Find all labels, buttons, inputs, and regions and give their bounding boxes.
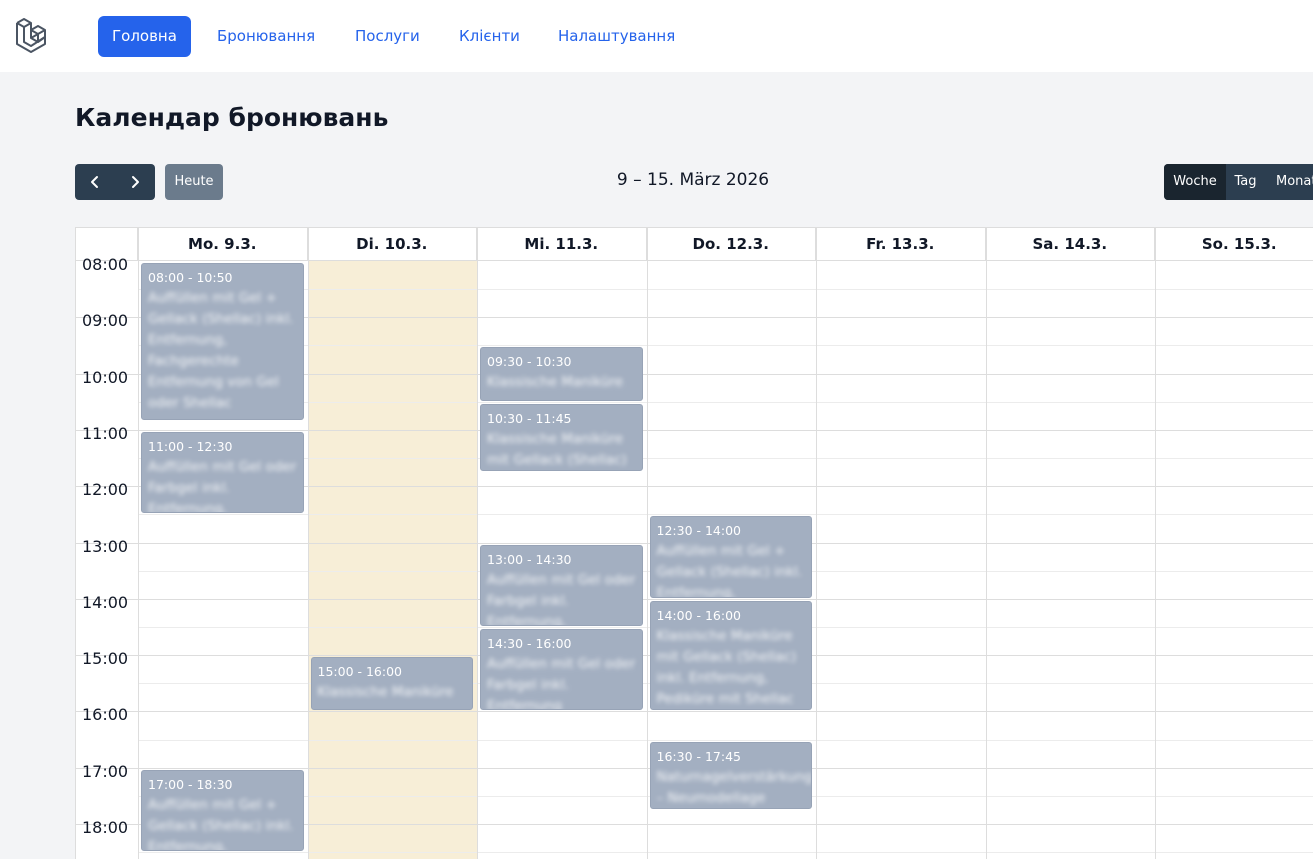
- hour-label: 13:00: [82, 536, 129, 556]
- booking-event[interactable]: 09:30 - 10:30 Klassische Maniküre: [480, 347, 643, 401]
- booking-event[interactable]: 12:30 - 14:00 Auffüllen mit Gel + Gellack…: [649, 516, 812, 598]
- hour-label: 11:00: [82, 423, 129, 443]
- event-title: Auffüllen mit Gel + Gellack (Shellac) in…: [148, 796, 294, 852]
- event-title: Klassische Maniküre mit Gellack (Shellac…: [656, 627, 797, 707]
- half-hour-gridline: [138, 852, 1313, 854]
- today-column-highlight: [308, 261, 477, 859]
- event-time: 14:00 - 16:00: [656, 607, 742, 623]
- event-time: 08:00 - 10:50: [148, 270, 233, 285]
- half-hour-gridline: [138, 289, 1313, 291]
- page-title: Календар бронювань: [75, 103, 389, 132]
- view-switcher: Woche Tag Monat: [1164, 164, 1313, 200]
- hour-label: 09:00: [82, 311, 129, 331]
- event-title: Auffüllen mit Gel oder Farbgel inkl. Ent…: [487, 655, 636, 711]
- hour-label: 18:00: [82, 818, 129, 837]
- day-column-divider: [1155, 228, 1156, 859]
- booking-event[interactable]: 17:00 - 18:30 Auffüllen mit Gel + Gellack…: [141, 769, 304, 852]
- half-hour-gridline: [138, 458, 1313, 460]
- hour-label: 14:00: [82, 592, 129, 612]
- hour-label: 15:00: [82, 649, 129, 669]
- booking-event[interactable]: 13:00 - 14:30 Auffüllen mit Gel oder Farb…: [480, 544, 643, 626]
- nav-home[interactable]: Головна: [98, 16, 191, 57]
- booking-event[interactable]: 10:30 - 11:45 Klassische Maniküre mit Gel…: [480, 403, 643, 472]
- event-time: 10:30 - 11:45: [487, 410, 572, 426]
- hour-label: 10:00: [82, 367, 129, 387]
- top-navbar: Головна Бронювання Послуги Клієнти Налаш…: [0, 0, 1313, 72]
- day-column-divider: [138, 228, 139, 859]
- date-range-title: 9 – 15. März 2026: [616, 170, 770, 190]
- event-title: Auffüllen mit Gel + Gellack (Shellac) in…: [656, 543, 803, 598]
- prev-button[interactable]: [75, 164, 115, 200]
- event-time: 15:00 - 16:00: [317, 664, 403, 680]
- half-hour-gridline: [138, 401, 1313, 403]
- day-column-divider: [646, 228, 648, 859]
- half-hour-gridline: [138, 345, 1313, 347]
- view-day-button[interactable]: Tag: [1226, 164, 1265, 200]
- hour-label: 08:00: [82, 255, 129, 274]
- nav-clients[interactable]: Клієнти: [459, 16, 520, 57]
- hour-gridline: [76, 598, 1313, 600]
- hour-gridline: [76, 429, 1313, 431]
- booking-event[interactable]: 15:00 - 16:00 Klassische Maniküre: [310, 657, 473, 711]
- hour-label: 16:00: [82, 705, 129, 725]
- day-column-divider: [985, 228, 987, 859]
- nav-settings[interactable]: Налаштування: [558, 16, 675, 57]
- booking-event[interactable]: 11:00 - 12:30 Auffüllen mit Gel oder Farb…: [141, 431, 304, 514]
- day-header[interactable]: Fr. 13.3.: [816, 228, 986, 261]
- day-header[interactable]: Sa. 14.3.: [985, 228, 1155, 261]
- hour-label: 12:00: [82, 480, 129, 500]
- chevron-left-icon: [91, 176, 98, 188]
- event-time: 11:00 - 12:30: [148, 438, 233, 454]
- day-column-divider: [307, 228, 309, 859]
- event-title: Auffüllen mit Gel oder Farbgel inkl. Ent…: [148, 458, 297, 514]
- event-time: 16:30 - 17:45: [656, 748, 742, 764]
- half-hour-gridline: [138, 739, 1313, 741]
- booking-event[interactable]: 16:30 - 17:45 Naturnagelverstärkung – Neu…: [649, 741, 812, 809]
- prev-next-group: [75, 164, 155, 200]
- event-title: Auffüllen mit Gel + Gellack (Shellac) in…: [148, 290, 294, 411]
- week-calendar: Mo. 9.3. Di. 10.3. Mi. 11.3. Do. 12.3. Fr. 1…: [75, 227, 1313, 859]
- laravel-logo-icon[interactable]: [15, 18, 53, 54]
- day-header[interactable]: Mi. 11.3.: [477, 228, 647, 261]
- event-time: 13:00 - 14:30: [487, 551, 572, 567]
- event-title: Klassische Maniküre: [317, 684, 454, 701]
- event-time: 09:30 - 10:30: [487, 354, 572, 370]
- view-month-button[interactable]: Monat: [1265, 164, 1313, 200]
- next-button[interactable]: [115, 164, 155, 200]
- today-button[interactable]: Heute: [165, 164, 223, 200]
- nav-services[interactable]: Послуги: [355, 16, 420, 57]
- booking-event[interactable]: 14:30 - 16:00 Auffüllen mit Gel oder Farb…: [480, 628, 643, 711]
- event-title: Auffüllen mit Gel oder Farbgel inkl. Ent…: [487, 571, 636, 626]
- day-header[interactable]: So. 15.3.: [1155, 228, 1313, 261]
- booking-event[interactable]: 14:00 - 16:00 Klassische Maniküre mit Gel…: [649, 600, 812, 711]
- event-time: 14:30 - 16:00: [487, 635, 572, 651]
- nav-bookings[interactable]: Бронювання: [217, 16, 315, 57]
- event-title: Klassische Maniküre: [487, 374, 624, 391]
- half-hour-gridline: [138, 514, 1313, 516]
- day-header[interactable]: Mo. 9.3.: [138, 228, 308, 261]
- hour-label: 17:00: [82, 761, 129, 781]
- day-column-divider: [816, 228, 817, 859]
- day-column-divider: [477, 228, 478, 859]
- view-week-button[interactable]: Woche: [1164, 164, 1226, 200]
- event-time: 17:00 - 18:30: [148, 776, 233, 792]
- day-header[interactable]: Do. 12.3.: [646, 228, 816, 261]
- day-header[interactable]: Di. 10.3.: [307, 228, 477, 261]
- booking-event[interactable]: 08:00 - 10:50 Auffüllen mit Gel + Gellack…: [141, 263, 304, 420]
- event-title: Naturnagelverstärkung – Neumodellage: [656, 768, 812, 806]
- chevron-right-icon: [132, 176, 139, 188]
- event-time: 12:30 - 14:00: [656, 523, 742, 539]
- event-title: Klassische Maniküre mit Gellack (Shellac…: [487, 430, 627, 468]
- hour-gridline: [76, 711, 1313, 713]
